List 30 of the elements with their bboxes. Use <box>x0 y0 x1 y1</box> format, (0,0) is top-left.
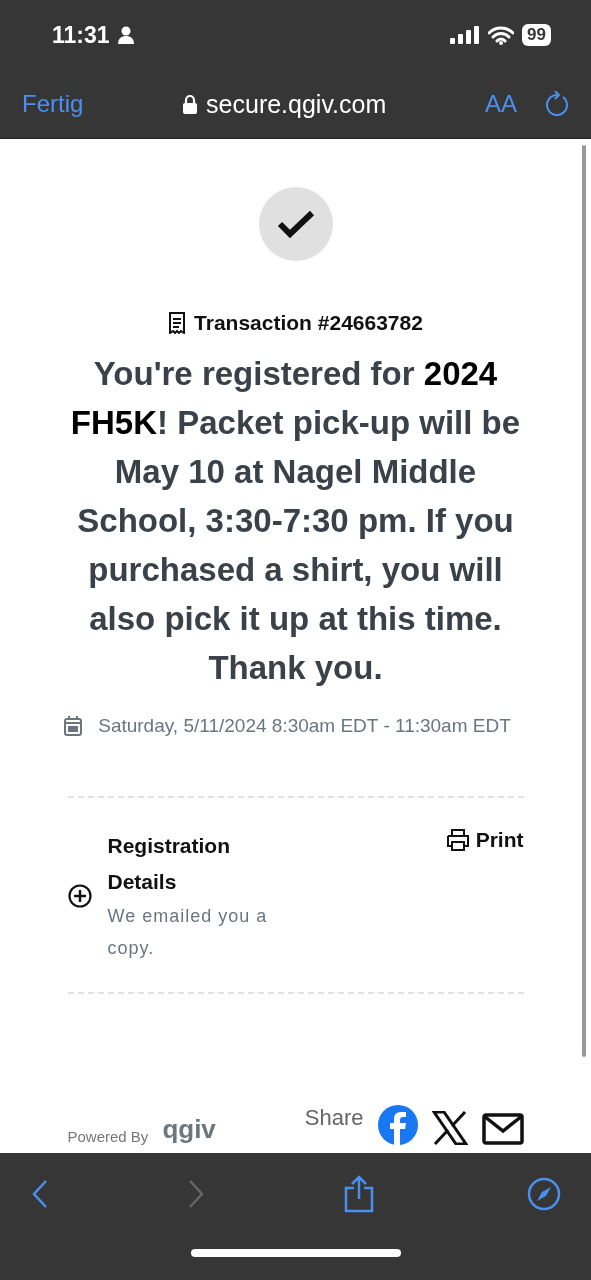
lock-icon <box>182 94 199 114</box>
compass-icon[interactable] <box>527 1177 561 1211</box>
confirmation-message: You're registered for 2024 FH5K! Packet pick-up will be May 10 at Nagel Middle School, 3:30-7:30 pm. If you purchased a shirt, you will also pick it up at this time. Thank you. <box>69 354 522 688</box>
reload-icon[interactable] <box>545 91 569 117</box>
checkmark-icon <box>276 209 315 239</box>
share-icon[interactable] <box>344 1175 374 1213</box>
plus-circle-icon[interactable] <box>67 884 92 908</box>
print-button[interactable]: Print <box>445 828 524 852</box>
calendar-icon <box>63 716 82 736</box>
transaction-number: Transaction #24663782 <box>194 311 423 335</box>
text-size-button[interactable]: AA <box>484 90 517 118</box>
event-date: Saturday, 5/11/2024 8:30am EDT - 11:30am EDT <box>97 714 512 738</box>
back-icon[interactable] <box>32 1179 48 1209</box>
battery-level: 99 <box>522 24 551 46</box>
powered-by-label: Powered By <box>67 1128 149 1145</box>
mail-icon[interactable] <box>481 1113 524 1145</box>
facebook-icon[interactable] <box>377 1105 418 1145</box>
person-icon <box>117 26 134 44</box>
done-button[interactable]: Fertig <box>22 90 84 118</box>
wifi-icon <box>488 25 515 45</box>
qgiv-logo[interactable]: qgiv <box>162 1114 216 1145</box>
email-note: We emailed you a copy. <box>107 905 269 960</box>
url-text[interactable]: secure.qgiv.com <box>206 89 387 119</box>
clock-time: 11:31 <box>52 21 110 49</box>
receipt-icon <box>168 312 187 334</box>
printer-icon <box>445 829 470 851</box>
signal-icon <box>450 26 481 44</box>
share-label: Share <box>304 1105 364 1131</box>
registration-details-title[interactable]: Registration Details <box>107 828 298 900</box>
x-icon[interactable] <box>431 1111 468 1145</box>
